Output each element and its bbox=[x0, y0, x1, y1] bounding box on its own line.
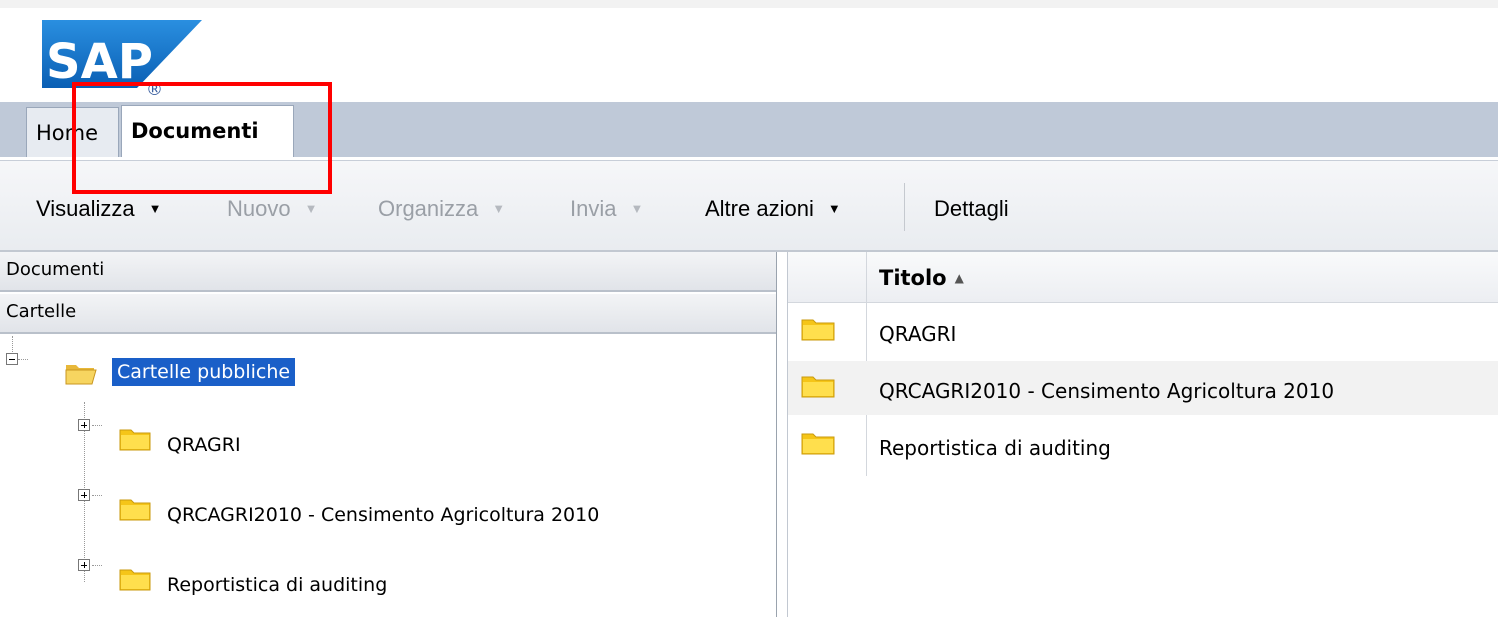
expand-icon[interactable] bbox=[78, 419, 90, 431]
tree-node-qrcagri2010[interactable]: QRCAGRI2010 - Censimento Agricoltura 201… bbox=[167, 504, 599, 526]
organizza-menu[interactable]: Organizza ▼ bbox=[378, 196, 505, 222]
folder-icon bbox=[119, 569, 151, 591]
tree-connector bbox=[92, 565, 102, 566]
tab-home[interactable]: Home bbox=[26, 107, 119, 157]
folder-open-icon bbox=[65, 365, 97, 385]
folder-icon bbox=[119, 499, 151, 521]
tree-connector bbox=[12, 336, 13, 352]
folder-icon bbox=[801, 433, 835, 455]
table-row[interactable]: QRCAGRI2010 - Censimento Agricoltura 201… bbox=[788, 361, 1498, 415]
column-header-label: Titolo bbox=[879, 266, 947, 290]
dropdown-arrow-icon: ▼ bbox=[827, 201, 841, 216]
tree-node-cartelle-pubbliche[interactable]: Cartelle pubbliche bbox=[112, 358, 296, 386]
tab-bar: Home Documenti bbox=[0, 102, 1498, 157]
sap-logo: SAP ® bbox=[42, 20, 207, 104]
row-title: QRAGRI bbox=[879, 322, 957, 346]
tree-connector bbox=[18, 359, 28, 360]
dropdown-arrow-icon: ▼ bbox=[304, 201, 318, 216]
column-header-titolo[interactable]: Titolo ▲ bbox=[879, 266, 964, 290]
table-row[interactable]: Reportistica di auditing bbox=[788, 418, 1498, 472]
dropdown-arrow-icon: ▼ bbox=[630, 201, 644, 216]
dropdown-arrow-icon: ▼ bbox=[148, 201, 162, 216]
folder-icon bbox=[801, 319, 835, 341]
invia-label: Invia bbox=[570, 196, 617, 221]
dropdown-arrow-icon: ▼ bbox=[492, 201, 506, 216]
tree-connector bbox=[92, 425, 102, 426]
tree-node-reportistica[interactable]: Reportistica di auditing bbox=[167, 574, 387, 596]
accordion-cartelle[interactable]: Cartelle bbox=[0, 294, 776, 334]
registered-mark: ® bbox=[146, 80, 163, 100]
app-header: SAP ® bbox=[0, 0, 1498, 102]
toolbar-separator bbox=[904, 183, 905, 231]
folder-icon bbox=[119, 429, 151, 451]
organizza-label: Organizza bbox=[378, 196, 479, 221]
nuovo-label: Nuovo bbox=[227, 196, 291, 221]
list-header: Titolo ▲ bbox=[788, 252, 1498, 303]
nuovo-menu[interactable]: Nuovo ▼ bbox=[227, 196, 317, 222]
tab-documenti[interactable]: Documenti bbox=[121, 105, 294, 157]
sap-logo-icon: SAP bbox=[42, 20, 202, 90]
folder-tree: Cartelle pubbliche QRAGRI QRCAGRI2010 - … bbox=[0, 336, 776, 617]
invia-menu[interactable]: Invia ▼ bbox=[570, 196, 643, 222]
document-list: Titolo ▲ QRAGRI QRCAGRI2010 - Censimento … bbox=[787, 252, 1498, 617]
row-title: Reportistica di auditing bbox=[879, 436, 1111, 460]
altre-azioni-menu[interactable]: Altre azioni ▼ bbox=[705, 196, 841, 222]
altre-azioni-label: Altre azioni bbox=[705, 196, 814, 221]
row-title: QRCAGRI2010 - Censimento Agricoltura 201… bbox=[879, 379, 1335, 403]
expand-icon[interactable] bbox=[78, 559, 90, 571]
visualizza-label: Visualizza bbox=[36, 196, 135, 221]
icon-column-header bbox=[788, 252, 867, 302]
visualizza-menu[interactable]: Visualizza ▼ bbox=[36, 196, 162, 222]
sort-ascending-icon: ▲ bbox=[954, 271, 964, 285]
tree-node-qragri[interactable]: QRAGRI bbox=[167, 434, 241, 456]
toolbar: Visualizza ▼ Nuovo ▼ Organizza ▼ Invia ▼ Alt… bbox=[0, 160, 1498, 252]
tree-connector bbox=[92, 495, 102, 496]
collapse-icon[interactable] bbox=[6, 353, 18, 365]
accordion-documenti[interactable]: Documenti bbox=[0, 252, 776, 292]
tree-node-label: Cartelle pubbliche bbox=[112, 358, 296, 386]
folder-icon bbox=[801, 376, 835, 398]
navigation-panel: Documenti Cartelle Cartelle pubbliche QR… bbox=[0, 252, 777, 617]
dettagli-button[interactable]: Dettagli bbox=[934, 196, 1009, 222]
svg-text:SAP: SAP bbox=[46, 34, 153, 90]
table-row[interactable]: QRAGRI bbox=[788, 304, 1498, 358]
expand-icon[interactable] bbox=[78, 489, 90, 501]
